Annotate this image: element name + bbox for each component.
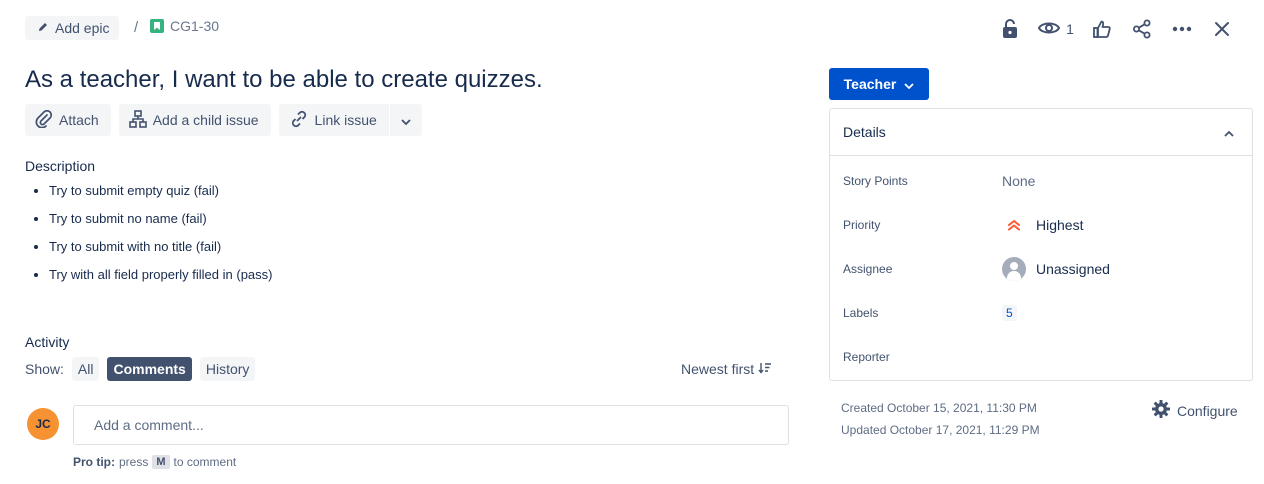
add-child-label: Add a child issue — [152, 112, 259, 128]
description-list[interactable]: Try to submit empty quiz (fail) Try to s… — [49, 183, 272, 295]
configure-label: Configure — [1177, 402, 1238, 419]
description-heading: Description — [25, 158, 96, 174]
unassigned-avatar-icon — [1002, 257, 1026, 281]
thumbs-up-icon[interactable] — [1082, 14, 1122, 44]
shortcut-key: M — [152, 455, 170, 469]
comment-input[interactable]: Add a comment... — [73, 405, 789, 445]
label-tag[interactable]: 5 — [1002, 305, 1017, 321]
assignee-text: Unassigned — [1036, 261, 1110, 277]
attach-button[interactable]: Attach — [25, 104, 111, 136]
field-story-points: Story Points None — [843, 169, 1243, 193]
field-priority: Priority Highest — [843, 213, 1243, 237]
labels-label: Labels — [843, 306, 879, 320]
avatar: JC — [27, 408, 59, 440]
reporter-label: Reporter — [843, 350, 890, 364]
story-points-value[interactable]: None — [1002, 173, 1035, 189]
status-label: Teacher — [843, 76, 897, 92]
priority-text: Highest — [1036, 217, 1084, 233]
sort-label: Newest first — [681, 361, 755, 377]
priority-value[interactable]: Highest — [1002, 217, 1083, 233]
filter-all[interactable]: All — [71, 357, 100, 381]
more-actions-dropdown[interactable] — [389, 104, 422, 136]
issue-key-link[interactable]: CG1-30 — [150, 18, 219, 34]
add-child-issue-button[interactable]: Add a child issue — [118, 104, 271, 136]
breadcrumb-separator: / — [134, 19, 139, 36]
paperclip-icon — [35, 109, 53, 131]
assignee-label: Assignee — [843, 262, 893, 276]
watch-button[interactable]: 1 — [1030, 14, 1082, 44]
list-item: Try to submit no name (fail) — [49, 211, 272, 239]
list-item: Try with all field properly filled in (p… — [49, 267, 272, 295]
details-panel: Details Story Points None Priority Highe… — [829, 108, 1253, 381]
pencil-icon — [37, 20, 49, 36]
add-epic-button[interactable]: Add epic — [25, 16, 120, 40]
protip-prefix: Pro tip: — [73, 455, 115, 469]
share-icon[interactable] — [1122, 14, 1162, 44]
gear-icon — [1151, 399, 1171, 422]
updated-date: Updated October 17, 2021, 11:29 PM — [841, 423, 1040, 437]
hierarchy-icon — [128, 109, 147, 131]
list-item: Try to submit with no title (fail) — [49, 239, 272, 267]
details-header[interactable]: Details — [830, 109, 1252, 156]
pro-tip: Pro tip: press M to comment — [73, 455, 236, 469]
story-points-label: Story Points — [843, 174, 908, 188]
list-item: Try to submit empty quiz (fail) — [49, 183, 272, 211]
field-reporter: Reporter — [843, 345, 1243, 369]
created-date: Created October 15, 2021, 11:30 PM — [841, 401, 1037, 415]
watch-count: 1 — [1066, 21, 1074, 37]
filter-comments[interactable]: Comments — [107, 357, 192, 381]
assignee-value[interactable]: Unassigned — [1002, 257, 1110, 281]
labels-value[interactable]: 5 — [1002, 305, 1017, 321]
eye-icon — [1037, 20, 1061, 39]
close-icon[interactable] — [1202, 14, 1242, 44]
details-heading: Details — [843, 124, 886, 140]
protip-suffix: to comment — [173, 455, 237, 469]
field-assignee: Assignee Unassigned — [843, 257, 1243, 281]
add-epic-label: Add epic — [55, 20, 110, 36]
sort-descending-icon — [758, 361, 772, 377]
activity-heading: Activity — [25, 334, 70, 350]
more-icon[interactable] — [1162, 14, 1202, 44]
priority-label: Priority — [843, 218, 881, 232]
activity-filter-row: Show: All Comments History — [25, 357, 256, 381]
attach-label: Attach — [59, 112, 99, 128]
show-label: Show: — [25, 361, 64, 377]
chevron-down-icon — [401, 112, 411, 128]
issue-action-bar: Attach Add a child issue Link issue — [25, 104, 422, 136]
filter-history[interactable]: History — [199, 357, 256, 381]
story-icon — [150, 19, 164, 33]
chevron-up-icon — [1224, 124, 1234, 140]
chevron-down-icon — [904, 76, 914, 92]
protip-press: press — [119, 455, 149, 469]
sort-order-button[interactable]: Newest first — [681, 361, 772, 377]
issue-title[interactable]: As a teacher, I want to be able to creat… — [25, 66, 543, 94]
unlock-icon[interactable] — [990, 14, 1030, 44]
link-issue-group: Link issue — [278, 104, 422, 136]
link-icon — [289, 110, 309, 131]
link-issue-label: Link issue — [314, 112, 377, 128]
configure-button[interactable]: Configure — [1151, 399, 1238, 422]
issue-toolbar: 1 — [990, 14, 1242, 44]
field-labels: Labels 5 — [843, 301, 1243, 325]
priority-highest-icon — [1002, 219, 1026, 231]
link-issue-button[interactable]: Link issue — [278, 104, 389, 136]
issue-key-label: CG1-30 — [170, 18, 220, 34]
status-dropdown[interactable]: Teacher — [829, 68, 929, 100]
